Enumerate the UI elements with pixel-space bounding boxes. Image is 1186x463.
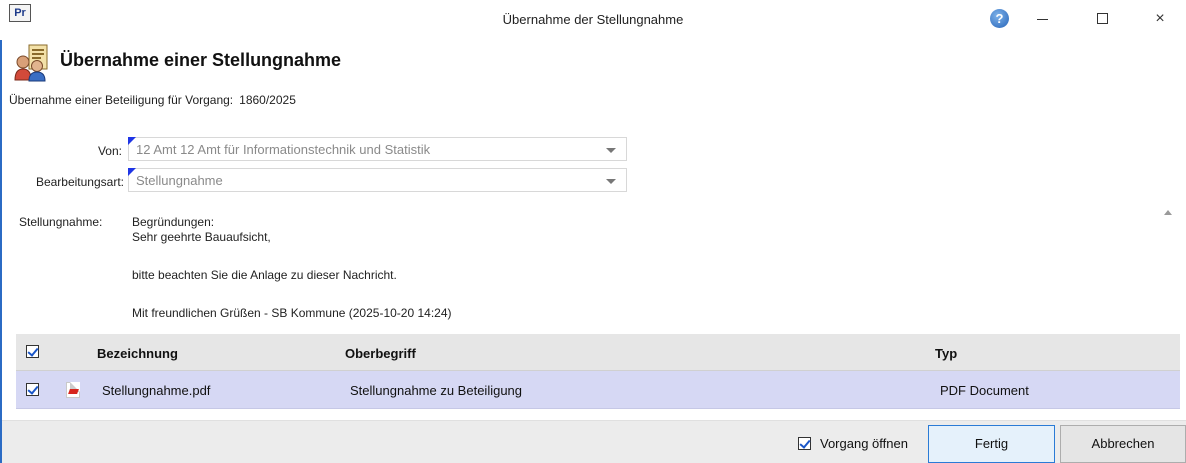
vorgang-oeffnen-label: Vorgang öffnen — [820, 436, 908, 451]
bearbeitungsart-value: Stellungnahme — [136, 173, 223, 188]
vorgang-subtitle: Übernahme einer Beteiligung für Vorgang:… — [9, 93, 296, 107]
grid-header: Bezeichnung Oberbegriff Typ — [16, 334, 1180, 371]
von-combobox[interactable]: 12 Amt 12 Amt für Informationstechnik un… — [128, 137, 627, 161]
von-label: Von: — [97, 144, 122, 158]
required-marker-icon — [128, 137, 136, 145]
cell-bezeichnung: Stellungnahme.pdf — [102, 383, 211, 398]
table-row[interactable]: Stellungnahme.pdf Stellungnahme zu Betei… — [16, 371, 1180, 409]
chevron-down-icon[interactable] — [606, 179, 616, 184]
scroll-up-icon[interactable] — [1164, 210, 1172, 215]
dialog-heading: Übernahme einer Stellungnahme — [60, 50, 342, 70]
attachments-grid: Bezeichnung Oberbegriff Typ Stellungnahm… — [16, 334, 1180, 409]
maximize-icon — [1097, 13, 1108, 24]
column-header-oberbegriff[interactable]: Oberbegriff — [345, 346, 416, 361]
stellungnahme-label: Stellungnahme: — [19, 215, 103, 229]
close-button[interactable]: × — [1146, 6, 1174, 32]
column-header-bezeichnung[interactable]: Bezeichnung — [97, 346, 178, 361]
fertig-button[interactable]: Fertig — [928, 425, 1055, 463]
close-icon: × — [1155, 10, 1165, 27]
bearbeitungsart-label: Bearbeitungsart: — [35, 175, 124, 189]
cell-oberbegriff: Stellungnahme zu Beteiligung — [350, 383, 523, 398]
minimize-button[interactable] — [1028, 6, 1056, 32]
cell-typ: PDF Document — [940, 383, 1029, 398]
minimize-icon — [1037, 19, 1048, 20]
stellungnahme-line: Begründungen: — [132, 215, 215, 229]
title-bar: Pr Übernahme der Stellungnahme ? × — [0, 0, 1186, 40]
select-all-checkbox[interactable] — [26, 345, 39, 358]
bearbeitungsart-combobox[interactable]: Stellungnahme — [128, 168, 627, 192]
required-marker-icon — [128, 168, 136, 176]
abbrechen-button[interactable]: Abbrechen — [1060, 425, 1186, 463]
subtitle-label: Übernahme einer Beteiligung für Vorgang: — [9, 93, 234, 107]
checkbox-icon[interactable] — [798, 437, 811, 450]
row-checkbox[interactable] — [26, 383, 39, 396]
people-document-icon — [14, 44, 48, 82]
maximize-button[interactable] — [1088, 6, 1116, 32]
stellungnahme-line: bitte beachten Sie die Anlage zu dieser … — [132, 268, 397, 282]
window-border — [0, 40, 2, 463]
stellungnahme-text[interactable]: Begründungen: Sehr geehrte Bauaufsicht, … — [132, 215, 452, 321]
stellungnahme-line: Mit freundlichen Grüßen - SB Kommune (20… — [132, 306, 452, 320]
stellungnahme-line: Sehr geehrte Bauaufsicht, — [132, 230, 271, 244]
von-value: 12 Amt 12 Amt für Informationstechnik un… — [136, 142, 431, 157]
pdf-file-icon — [66, 382, 80, 398]
help-icon[interactable]: ? — [990, 9, 1009, 28]
column-header-typ[interactable]: Typ — [935, 346, 957, 361]
chevron-down-icon[interactable] — [606, 148, 616, 153]
vorgang-number: 1860/2025 — [239, 93, 296, 107]
